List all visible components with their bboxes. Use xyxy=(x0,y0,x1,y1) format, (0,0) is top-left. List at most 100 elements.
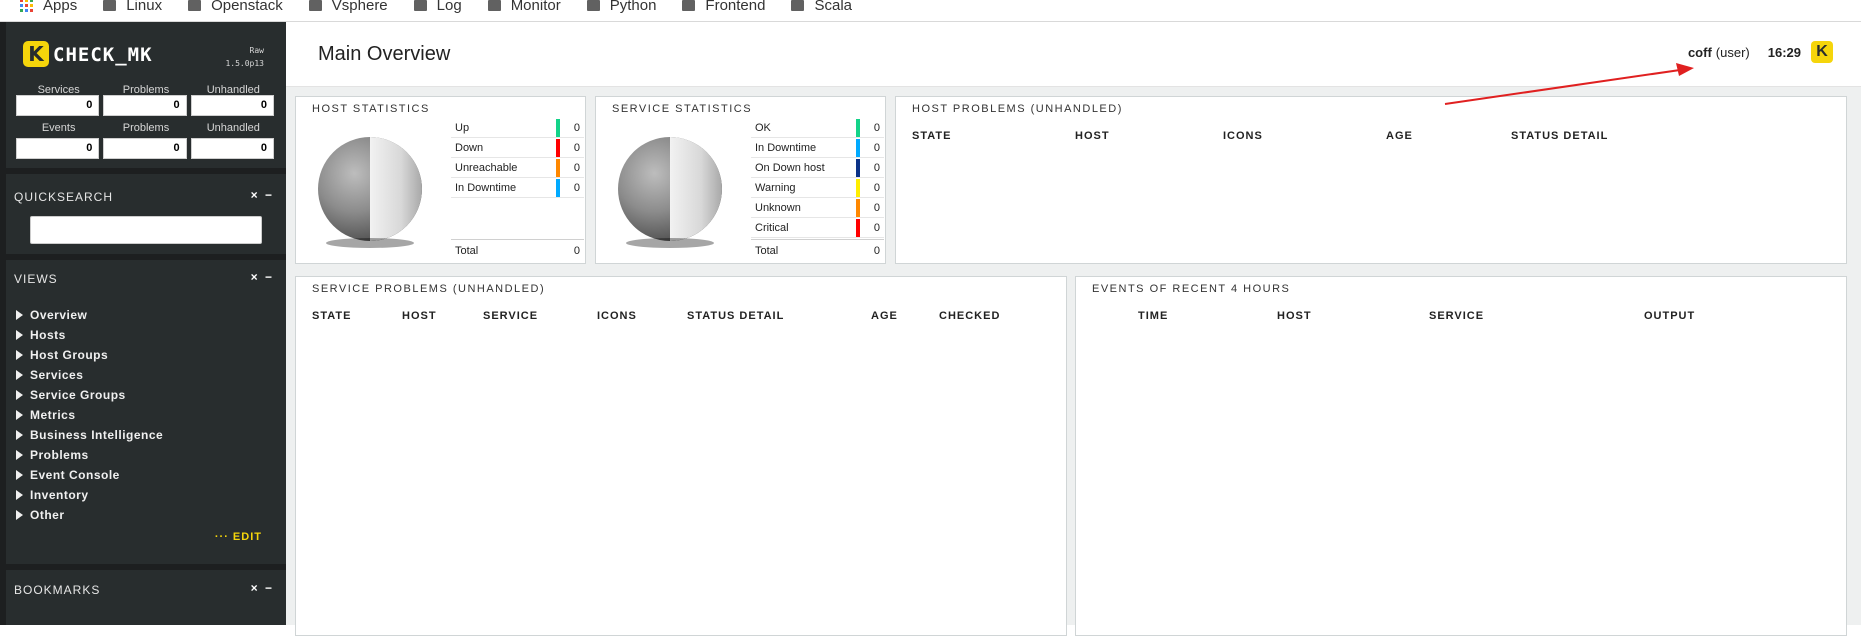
status-color-bar xyxy=(856,218,860,237)
stat-row-down[interactable]: Down 0 xyxy=(451,138,584,158)
tac-event-problems-count[interactable]: 0 xyxy=(103,138,187,159)
column-header-age[interactable]: AGE xyxy=(1386,130,1413,142)
status-color-bar xyxy=(556,138,560,157)
tac-events-count[interactable]: 0 xyxy=(16,138,100,159)
logo-area[interactable]: K CHECK_MK Raw 1.5.0p13 xyxy=(6,22,286,78)
stat-row-unknown[interactable]: Unknown 0 xyxy=(751,198,884,218)
host-problems-dashlet: HOST PROBLEMS (UNHANDLED) STATE HOST ICO… xyxy=(895,96,1847,264)
view-label: Overview xyxy=(30,308,88,322)
column-header-status-detail[interactable]: STATUS DETAIL xyxy=(1511,130,1608,142)
stat-row-ok[interactable]: OK 0 xyxy=(751,118,884,138)
view-label: Services xyxy=(30,368,84,382)
column-header-output[interactable]: OUTPUT xyxy=(1644,310,1695,322)
folder-icon xyxy=(586,0,600,11)
tac-event-unhandled-count[interactable]: 0 xyxy=(190,138,274,159)
bookmark-python[interactable]: Python xyxy=(586,0,656,17)
tac-unhandled-count[interactable]: 0 xyxy=(190,95,274,116)
column-header-host[interactable]: HOST xyxy=(1075,130,1110,142)
apps-grid-icon xyxy=(20,0,33,12)
triangle-right-icon xyxy=(16,310,23,320)
view-service-groups[interactable]: Service Groups xyxy=(16,385,163,405)
stat-value: 0 xyxy=(873,181,880,194)
tac-problems-count[interactable]: 0 xyxy=(103,95,187,116)
column-header-state[interactable]: STATE xyxy=(912,130,951,142)
bookmarks-title[interactable]: BOOKMARKS xyxy=(14,583,100,597)
bookmark-label: Apps xyxy=(43,0,78,14)
view-hosts[interactable]: Hosts xyxy=(16,325,163,345)
column-header-state[interactable]: STATE xyxy=(312,310,351,322)
stat-row-downtime[interactable]: In Downtime 0 xyxy=(451,178,584,198)
bookmark-log[interactable]: Log xyxy=(413,0,462,17)
stat-row-critical[interactable]: Critical 0 xyxy=(751,218,884,238)
triangle-right-icon xyxy=(16,510,23,520)
host-stats-total[interactable]: Total 0 xyxy=(451,239,584,261)
column-header-host[interactable]: HOST xyxy=(402,310,437,322)
snapin-separator xyxy=(6,168,286,174)
view-label: Inventory xyxy=(30,488,89,502)
snapin-separator xyxy=(6,254,286,260)
tac-services-count[interactable]: 0 xyxy=(16,95,100,116)
bookmark-openstack[interactable]: Openstack xyxy=(188,0,283,17)
column-header-service[interactable]: SERVICE xyxy=(1429,310,1484,322)
stat-label: On Down host xyxy=(755,161,825,174)
bookmark-monitor[interactable]: Monitor xyxy=(487,0,561,17)
service-stats-total[interactable]: Total 0 xyxy=(751,239,884,261)
edit-views-link[interactable]: ··· EDIT xyxy=(215,531,262,543)
stat-row-unreachable[interactable]: Unreachable 0 xyxy=(451,158,584,178)
page-title: Main Overview xyxy=(318,43,451,65)
snapin-close-minimize-icon[interactable]: × − xyxy=(251,581,274,595)
snapin-close-minimize-icon[interactable]: × − xyxy=(251,188,274,202)
view-services[interactable]: Services xyxy=(16,365,163,385)
status-color-bar xyxy=(856,138,860,157)
bookmark-label: Log xyxy=(436,0,462,14)
column-header-service[interactable]: SERVICE xyxy=(483,310,538,322)
version-info: Raw 1.5.0p13 xyxy=(225,44,264,70)
column-header-host[interactable]: HOST xyxy=(1277,310,1312,322)
view-other[interactable]: Other xyxy=(16,505,163,525)
service-statistics-dashlet: SERVICE STATISTICS OK 0 In Downtime 0 On D… xyxy=(595,96,886,264)
view-label: Host Groups xyxy=(30,348,109,362)
service-problems-dashlet: SERVICE PROBLEMS (UNHANDLED) STATE HOST … xyxy=(295,276,1067,636)
triangle-right-icon xyxy=(16,450,23,460)
bookmark-label: Frontend xyxy=(705,0,766,14)
view-metrics[interactable]: Metrics xyxy=(16,405,163,425)
quicksearch-input[interactable] xyxy=(30,216,262,244)
bookmark-apps[interactable]: Apps xyxy=(20,0,77,17)
username[interactable]: coff xyxy=(1688,45,1712,60)
bookmark-vsphere[interactable]: Vsphere xyxy=(308,0,388,17)
column-header-status-detail[interactable]: STATUS DETAIL xyxy=(687,310,784,322)
stat-value: 0 xyxy=(573,121,580,134)
column-header-icons[interactable]: ICONS xyxy=(1223,130,1263,142)
stat-row-on-down-host[interactable]: On Down host 0 xyxy=(751,158,884,178)
column-header-age[interactable]: AGE xyxy=(871,310,898,322)
dashlet-title: EVENTS OF RECENT 4 HOURS xyxy=(1092,283,1291,295)
view-inventory[interactable]: Inventory xyxy=(16,485,163,505)
view-event-console[interactable]: Event Console xyxy=(16,465,163,485)
stat-value: 0 xyxy=(873,121,880,134)
quicksearch-title[interactable]: QUICKSEARCH xyxy=(14,190,113,204)
bookmark-scala[interactable]: Scala xyxy=(791,0,852,17)
user-area: coff (user) 16:29 K xyxy=(1688,41,1833,63)
view-business-intelligence[interactable]: Business Intelligence xyxy=(16,425,163,445)
views-list: Overview Hosts Host Groups Services Serv… xyxy=(16,305,163,525)
stat-row-downtime[interactable]: In Downtime 0 xyxy=(751,138,884,158)
view-overview[interactable]: Overview xyxy=(16,305,163,325)
stat-value: 0 xyxy=(873,141,880,154)
column-header-time[interactable]: TIME xyxy=(1138,310,1168,322)
column-header-icons[interactable]: ICONS xyxy=(597,310,637,322)
column-header-checked[interactable]: CHECKED xyxy=(939,310,1000,322)
stat-row-up[interactable]: Up 0 xyxy=(451,118,584,138)
bookmark-label: Vsphere xyxy=(331,0,388,14)
stat-label: In Downtime xyxy=(755,141,817,154)
bookmark-linux[interactable]: Linux xyxy=(103,0,162,17)
stat-value: 0 xyxy=(873,201,880,214)
status-color-bar xyxy=(856,198,860,217)
bookmark-label: Monitor xyxy=(510,0,561,14)
globe-shadow xyxy=(626,238,714,248)
bookmark-frontend[interactable]: Frontend xyxy=(682,0,765,17)
stat-row-warning[interactable]: Warning 0 xyxy=(751,178,884,198)
view-problems[interactable]: Problems xyxy=(16,445,163,465)
view-host-groups[interactable]: Host Groups xyxy=(16,345,163,365)
views-title[interactable]: VIEWS xyxy=(14,272,58,286)
snapin-close-minimize-icon[interactable]: × − xyxy=(251,270,274,284)
